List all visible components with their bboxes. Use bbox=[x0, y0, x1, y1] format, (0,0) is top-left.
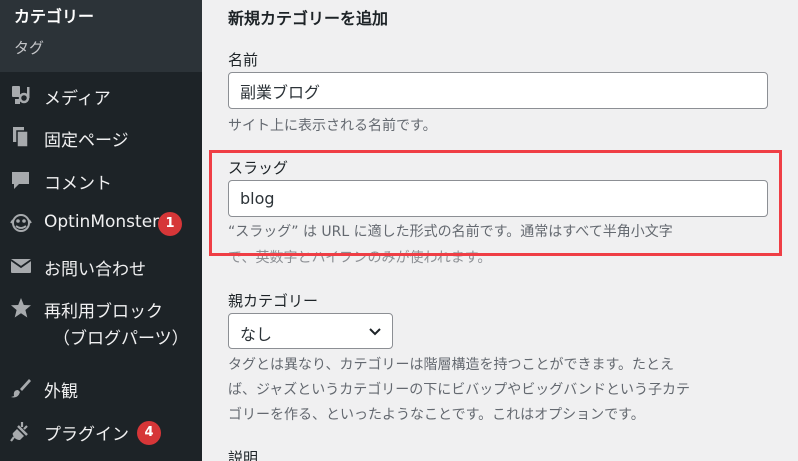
parent-help-line-3: ゴリーを作る、といったようなことです。これはオプションです。 bbox=[228, 407, 645, 423]
sidebar-item-label: プラグイン bbox=[44, 425, 129, 445]
page-title: 新規カテゴリーを追加 bbox=[228, 9, 389, 28]
sidebar-item-label-line2: （ブログパーツ） bbox=[53, 329, 189, 349]
sidebar-item-plugins[interactable]: プラグイン 4 bbox=[0, 411, 202, 451]
parent-category-value: なし bbox=[240, 325, 273, 344]
media-icon bbox=[9, 84, 33, 106]
parent-help-line-2: ば、ジャズというカテゴリーの下にビバップやビッグバンドという子カテ bbox=[228, 382, 690, 398]
sidebar-item-label: メディア bbox=[44, 89, 111, 109]
name-label: 名前 bbox=[228, 51, 259, 69]
description-label: 説明 bbox=[228, 449, 259, 461]
sidebar-item-contact[interactable]: お問い合わせ bbox=[0, 246, 202, 286]
submenu-item-categories[interactable]: カテゴリー bbox=[14, 3, 94, 27]
pages-icon bbox=[9, 126, 33, 148]
submenu-item-tags[interactable]: タグ bbox=[14, 37, 44, 58]
slug-highlight-box bbox=[209, 150, 782, 256]
parent-category-label: 親カテゴリー bbox=[228, 292, 319, 310]
star-icon bbox=[9, 297, 33, 319]
update-badge: 4 bbox=[137, 421, 161, 445]
sidebar-item-label: 外観 bbox=[44, 382, 78, 402]
parent-help-line-1: タグとは異なり、カテゴリーは階層構造を持つことができます。たとえ bbox=[228, 357, 675, 373]
notification-badge: 1 bbox=[158, 212, 182, 236]
sidebar-item-appearance[interactable]: 外観 bbox=[0, 368, 202, 408]
plugin-icon bbox=[9, 420, 33, 442]
name-help-text: サイト上に表示される名前です。 bbox=[228, 118, 437, 134]
optinmonster-icon bbox=[9, 212, 33, 234]
sidebar-item-reusable-blocks[interactable]: 再利用ブロック （ブログパーツ） bbox=[0, 288, 202, 349]
parent-category-select[interactable]: なし bbox=[228, 313, 393, 349]
admin-sidebar: カテゴリー タグ メディア 固定ページ コメント OptinMonster 1 … bbox=[0, 0, 202, 461]
sidebar-item-optinmonster[interactable]: OptinMonster 1 bbox=[0, 203, 202, 243]
sidebar-item-label: コメント bbox=[44, 174, 112, 194]
brush-icon bbox=[9, 377, 33, 399]
posts-submenu: カテゴリー タグ bbox=[0, 0, 202, 72]
sidebar-item-label: 再利用ブロック bbox=[44, 302, 163, 322]
sidebar-item-label: OptinMonster bbox=[44, 212, 160, 232]
sidebar-item-label: お問い合わせ bbox=[44, 260, 146, 280]
chevron-down-icon bbox=[367, 324, 383, 340]
sidebar-item-comments[interactable]: コメント bbox=[0, 160, 202, 200]
comment-icon bbox=[9, 169, 33, 191]
name-input[interactable] bbox=[228, 72, 768, 109]
mail-icon bbox=[9, 255, 33, 277]
sidebar-item-label: 固定ページ bbox=[44, 131, 129, 151]
sidebar-item-media[interactable]: メディア bbox=[0, 75, 202, 115]
sidebar-item-pages[interactable]: 固定ページ bbox=[0, 117, 202, 157]
